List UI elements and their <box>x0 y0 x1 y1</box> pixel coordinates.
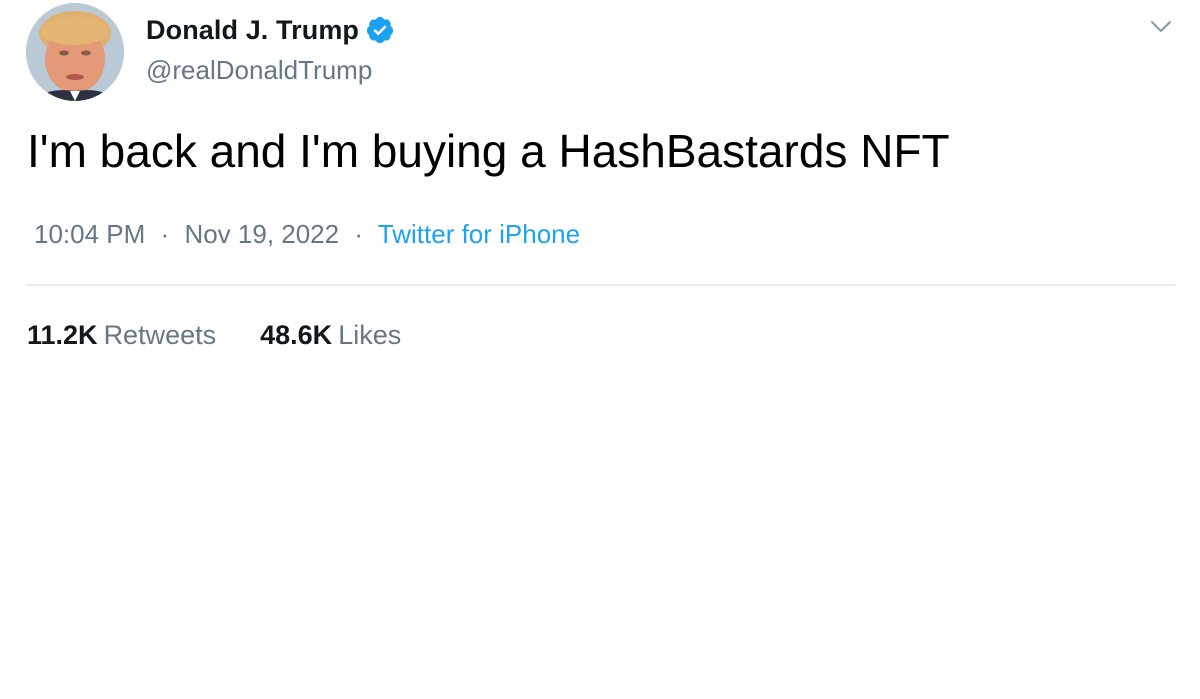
verified-badge-icon <box>365 15 395 45</box>
display-name-row: Donald J. Trump <box>146 12 395 48</box>
likes-count: 48.6K <box>260 320 333 350</box>
tweet-time[interactable]: 10:04 PM <box>34 219 145 249</box>
tweet-text: I'm back and I'm buying a HashBastards N… <box>27 125 950 177</box>
chevron-down-icon[interactable] <box>1146 14 1176 38</box>
tweet-card: Donald J. Trump @realDonaldTrump I'm bac… <box>0 0 1200 699</box>
tweet-date[interactable]: Nov 19, 2022 <box>184 219 339 249</box>
retweets-count: 11.2K <box>27 320 98 350</box>
likes-label: Likes <box>338 320 402 350</box>
divider <box>26 284 1176 286</box>
likes-stat[interactable]: 48.6K Likes <box>260 320 401 351</box>
user-handle[interactable]: @realDonaldTrump <box>146 55 372 86</box>
separator: · <box>354 219 364 249</box>
tweet-stats: 11.2K Retweets 48.6K Likes <box>27 320 445 351</box>
avatar[interactable] <box>26 3 124 101</box>
tweet-source-link[interactable]: Twitter for iPhone <box>378 219 580 249</box>
retweets-stat[interactable]: 11.2K Retweets <box>27 320 216 351</box>
tweet-metadata: 10:04 PM · Nov 19, 2022 · Twitter for iP… <box>34 219 580 250</box>
separator: · <box>160 219 170 249</box>
avatar-image <box>26 3 124 101</box>
display-name[interactable]: Donald J. Trump <box>146 15 359 46</box>
retweets-label: Retweets <box>103 320 217 350</box>
